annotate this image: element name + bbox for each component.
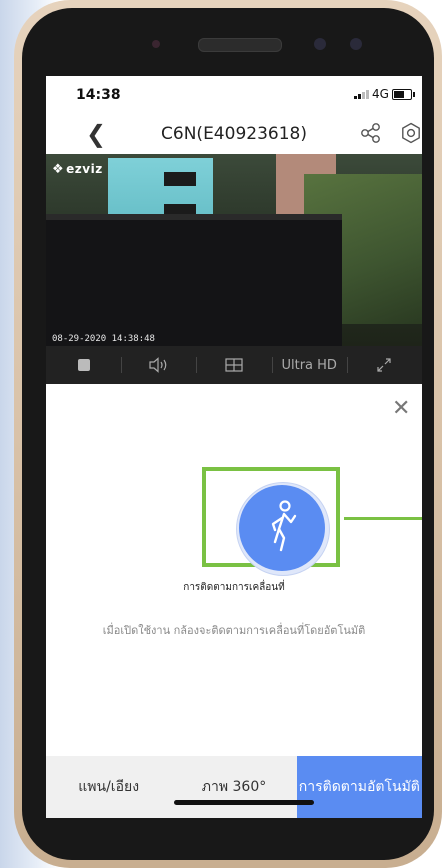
split-view-button[interactable] (196, 346, 271, 384)
stop-icon (77, 359, 90, 371)
phone-frame: 14:38 4G ❮ C6N(E40923618) ❖ ezviz 08-29-… (14, 0, 442, 868)
highlight-connector-line (344, 517, 422, 520)
grid-icon (225, 358, 243, 372)
live-video[interactable]: ❖ ezviz (46, 154, 422, 352)
app-screen: 14:38 4G ❮ C6N(E40923618) ❖ ezviz 08-29-… (46, 76, 422, 818)
feature-description: เมื่อเปิดใช้งาน กล้องจะติดตามการเคลื่อนท… (102, 624, 366, 637)
front-camera-2 (350, 38, 362, 50)
expand-icon (377, 358, 392, 372)
mode-tab-bar: แพน/เอียง ภาพ 360° การติดตามอัตโนมัติ (46, 756, 422, 818)
battery-icon (392, 89, 415, 100)
tab-auto-tracking[interactable]: การติดตามอัตโนมัติ (296, 756, 422, 818)
quality-label: Ultra HD (281, 357, 337, 373)
brand-watermark: ❖ ezviz (52, 162, 103, 177)
close-icon[interactable]: ✕ (392, 396, 410, 421)
earpiece-speaker (198, 38, 282, 52)
quality-button[interactable]: Ultra HD (271, 346, 347, 384)
video-timestamp: 08-29-2020 14:38:48 (52, 334, 155, 344)
home-indicator[interactable] (174, 800, 314, 805)
tab-360-view[interactable]: ภาพ 360° (171, 756, 296, 818)
settings-gear-icon[interactable] (400, 122, 422, 148)
app-header: ❮ C6N(E40923618) (46, 114, 422, 154)
front-camera (314, 38, 326, 50)
tab-pan-tilt[interactable]: แพน/เอียง (46, 756, 171, 818)
phone-bezel: 14:38 4G ❮ C6N(E40923618) ❖ ezviz 08-29-… (22, 8, 434, 860)
speaker-icon (149, 357, 167, 373)
status-bar: 14:38 4G (46, 76, 422, 114)
status-time: 14:38 (76, 87, 121, 103)
signal-icon (354, 90, 369, 99)
feature-label: การติดตามการเคลื่อนที่ (183, 582, 285, 593)
auto-tracking-panel: ✕ การติดตามการเคลื่อนที่ เมื่อเปิดใช้งาน… (46, 384, 422, 818)
video-scene-box (46, 214, 342, 352)
fullscreen-button[interactable] (346, 346, 422, 384)
share-icon[interactable] (360, 122, 382, 148)
playback-controls: Ultra HD (46, 346, 422, 384)
brand-text: ezviz (66, 162, 103, 176)
network-label: 4G (372, 87, 389, 101)
stop-button[interactable] (46, 346, 121, 384)
walking-person-icon (271, 500, 297, 552)
sound-button[interactable] (121, 346, 196, 384)
sensor-dot (152, 40, 160, 48)
video-scene-port (164, 172, 196, 186)
